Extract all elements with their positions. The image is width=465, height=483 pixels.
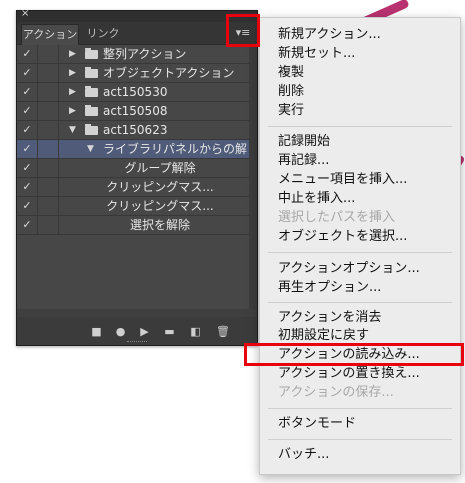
- menu-separator: [268, 439, 452, 440]
- new-action-icon[interactable]: ◧: [190, 326, 201, 337]
- menu-separator: [268, 126, 452, 127]
- folder-icon: [85, 86, 98, 97]
- folder-icon: [85, 48, 98, 59]
- set-label: 整列アクション: [103, 47, 187, 61]
- toggle-item-check[interactable]: ✓: [17, 159, 38, 178]
- menu-item-clear-actions[interactable]: アクションを消去: [278, 309, 381, 327]
- highlight-box-load-actions: [244, 343, 464, 366]
- menu-item-record-again[interactable]: 再記録...: [278, 152, 329, 170]
- menu-item-insert-selected-path: 選択したパスを挿入: [278, 210, 396, 225]
- folder-icon: [85, 105, 98, 116]
- command-label: クリッピングマス...: [106, 180, 214, 194]
- expand-triangle-icon[interactable]: ▶: [69, 83, 76, 101]
- menu-item-insert-stop[interactable]: 中止を挿入...: [278, 190, 355, 208]
- panel-flyout-menu: 新規アクション... 新規セット... 複製 削除 実行 記録開始 再記録...…: [259, 17, 461, 475]
- command-label: クリッピングマス...: [106, 199, 214, 213]
- actions-panel: × アクション リンク ▾≡ ✓ ▶ 整列アクション ✓ ▶ オブジェクトアクシ…: [16, 8, 258, 346]
- panel-titlebar: ×: [17, 8, 257, 22]
- tab-links[interactable]: リンク: [81, 24, 125, 44]
- action-set-row[interactable]: ✓ ▼ act150623: [17, 121, 257, 140]
- menu-separator: [268, 302, 452, 303]
- toggle-item-check[interactable]: ✓: [17, 121, 38, 140]
- menu-item-action-options[interactable]: アクションオプション...: [278, 260, 420, 278]
- command-label: グループ解除: [124, 161, 196, 175]
- new-set-icon[interactable]: ▬: [164, 326, 175, 337]
- menu-item-delete[interactable]: 削除: [278, 83, 304, 101]
- menu-item-start-recording[interactable]: 記録開始: [278, 133, 330, 151]
- set-label: act150530: [103, 85, 168, 99]
- dialog-toggle[interactable]: [38, 178, 59, 197]
- close-icon[interactable]: ×: [21, 8, 29, 19]
- expand-triangle-icon[interactable]: ▶: [69, 45, 76, 63]
- menu-separator: [268, 252, 452, 253]
- toggle-item-check[interactable]: ✓: [17, 102, 38, 121]
- menu-item-play[interactable]: 実行: [278, 102, 304, 120]
- action-row[interactable]: ✓ ▼ ライブラリパネルからの解: [17, 140, 257, 159]
- resize-grip[interactable]: [127, 341, 147, 345]
- actions-list: ✓ ▶ 整列アクション ✓ ▶ オブジェクトアクション ✓ ▶ act15053…: [17, 45, 257, 309]
- set-label: act150623: [103, 123, 168, 137]
- panel-bottom-toolbar: ■ ● ▶ ▬ ◧ 🗑: [17, 317, 257, 345]
- action-label: ライブラリパネルからの解: [103, 142, 248, 156]
- play-icon[interactable]: ▶: [139, 326, 150, 337]
- panel-tabs: アクション リンク: [17, 22, 257, 45]
- menu-item-replace-actions[interactable]: アクションの置き換え...: [278, 365, 420, 383]
- folder-icon: [85, 124, 98, 135]
- action-set-row[interactable]: ✓ ▶ 整列アクション: [17, 45, 257, 64]
- menu-item-duplicate[interactable]: 複製: [278, 64, 304, 82]
- command-row[interactable]: ✓ クリッピングマス...: [17, 197, 257, 216]
- dialog-toggle[interactable]: [38, 45, 59, 64]
- action-set-row[interactable]: ✓ ▶ act150508: [17, 102, 257, 121]
- tab-actions[interactable]: アクション: [21, 24, 79, 45]
- toggle-item-check[interactable]: ✓: [17, 197, 38, 216]
- action-set-row[interactable]: ✓ ▶ act150530: [17, 83, 257, 102]
- menu-item-save-actions: アクションの保存...: [278, 385, 394, 400]
- menu-item-select-object[interactable]: オブジェクトを選択...: [278, 228, 407, 246]
- highlight-box-menu-button: [226, 14, 260, 47]
- toggle-item-check[interactable]: ✓: [17, 83, 38, 102]
- dialog-toggle[interactable]: [38, 216, 59, 235]
- expand-triangle-icon[interactable]: ▶: [69, 64, 76, 82]
- menu-item-batch[interactable]: バッチ...: [278, 446, 329, 464]
- expand-triangle-icon[interactable]: ▶: [69, 102, 76, 120]
- menu-item-new-action[interactable]: 新規アクション...: [278, 26, 381, 44]
- command-row[interactable]: ✓ 選択を解除: [17, 216, 257, 235]
- action-set-row[interactable]: ✓ ▶ オブジェクトアクション: [17, 64, 257, 83]
- dialog-toggle[interactable]: [38, 197, 59, 216]
- stop-icon[interactable]: ■: [91, 326, 102, 337]
- toggle-item-check[interactable]: ✓: [17, 45, 38, 64]
- command-label: 選択を解除: [129, 218, 190, 232]
- toggle-item-check[interactable]: ✓: [17, 140, 38, 159]
- command-row[interactable]: ✓ グループ解除: [17, 159, 257, 178]
- record-icon[interactable]: ●: [115, 326, 126, 337]
- dialog-toggle[interactable]: [38, 83, 59, 102]
- menu-item-insert-menu-item[interactable]: メニュー項目を挿入...: [278, 171, 407, 189]
- dialog-toggle[interactable]: [38, 159, 59, 178]
- folder-icon: [85, 67, 98, 78]
- dialog-toggle[interactable]: [38, 140, 59, 159]
- set-label: オブジェクトアクション: [103, 66, 235, 80]
- menu-item-button-mode[interactable]: ボタンモード: [278, 415, 356, 433]
- menu-item-playback-options[interactable]: 再生オプション...: [278, 279, 381, 297]
- list-scrollbar[interactable]: [249, 45, 257, 309]
- toggle-item-check[interactable]: ✓: [17, 64, 38, 83]
- set-label: act150508: [103, 104, 168, 118]
- dialog-toggle[interactable]: [38, 121, 59, 140]
- trash-icon[interactable]: 🗑: [216, 326, 230, 337]
- dialog-toggle[interactable]: [38, 102, 59, 121]
- collapse-triangle-icon[interactable]: ▼: [87, 140, 94, 158]
- menu-separator: [268, 408, 452, 409]
- menu-item-new-set[interactable]: 新規セット...: [278, 45, 355, 63]
- command-row[interactable]: ✓ クリッピングマス...: [17, 178, 257, 197]
- toggle-item-check[interactable]: ✓: [17, 178, 38, 197]
- collapse-triangle-icon[interactable]: ▼: [69, 121, 76, 139]
- toggle-item-check[interactable]: ✓: [17, 216, 38, 235]
- dialog-toggle[interactable]: [38, 64, 59, 83]
